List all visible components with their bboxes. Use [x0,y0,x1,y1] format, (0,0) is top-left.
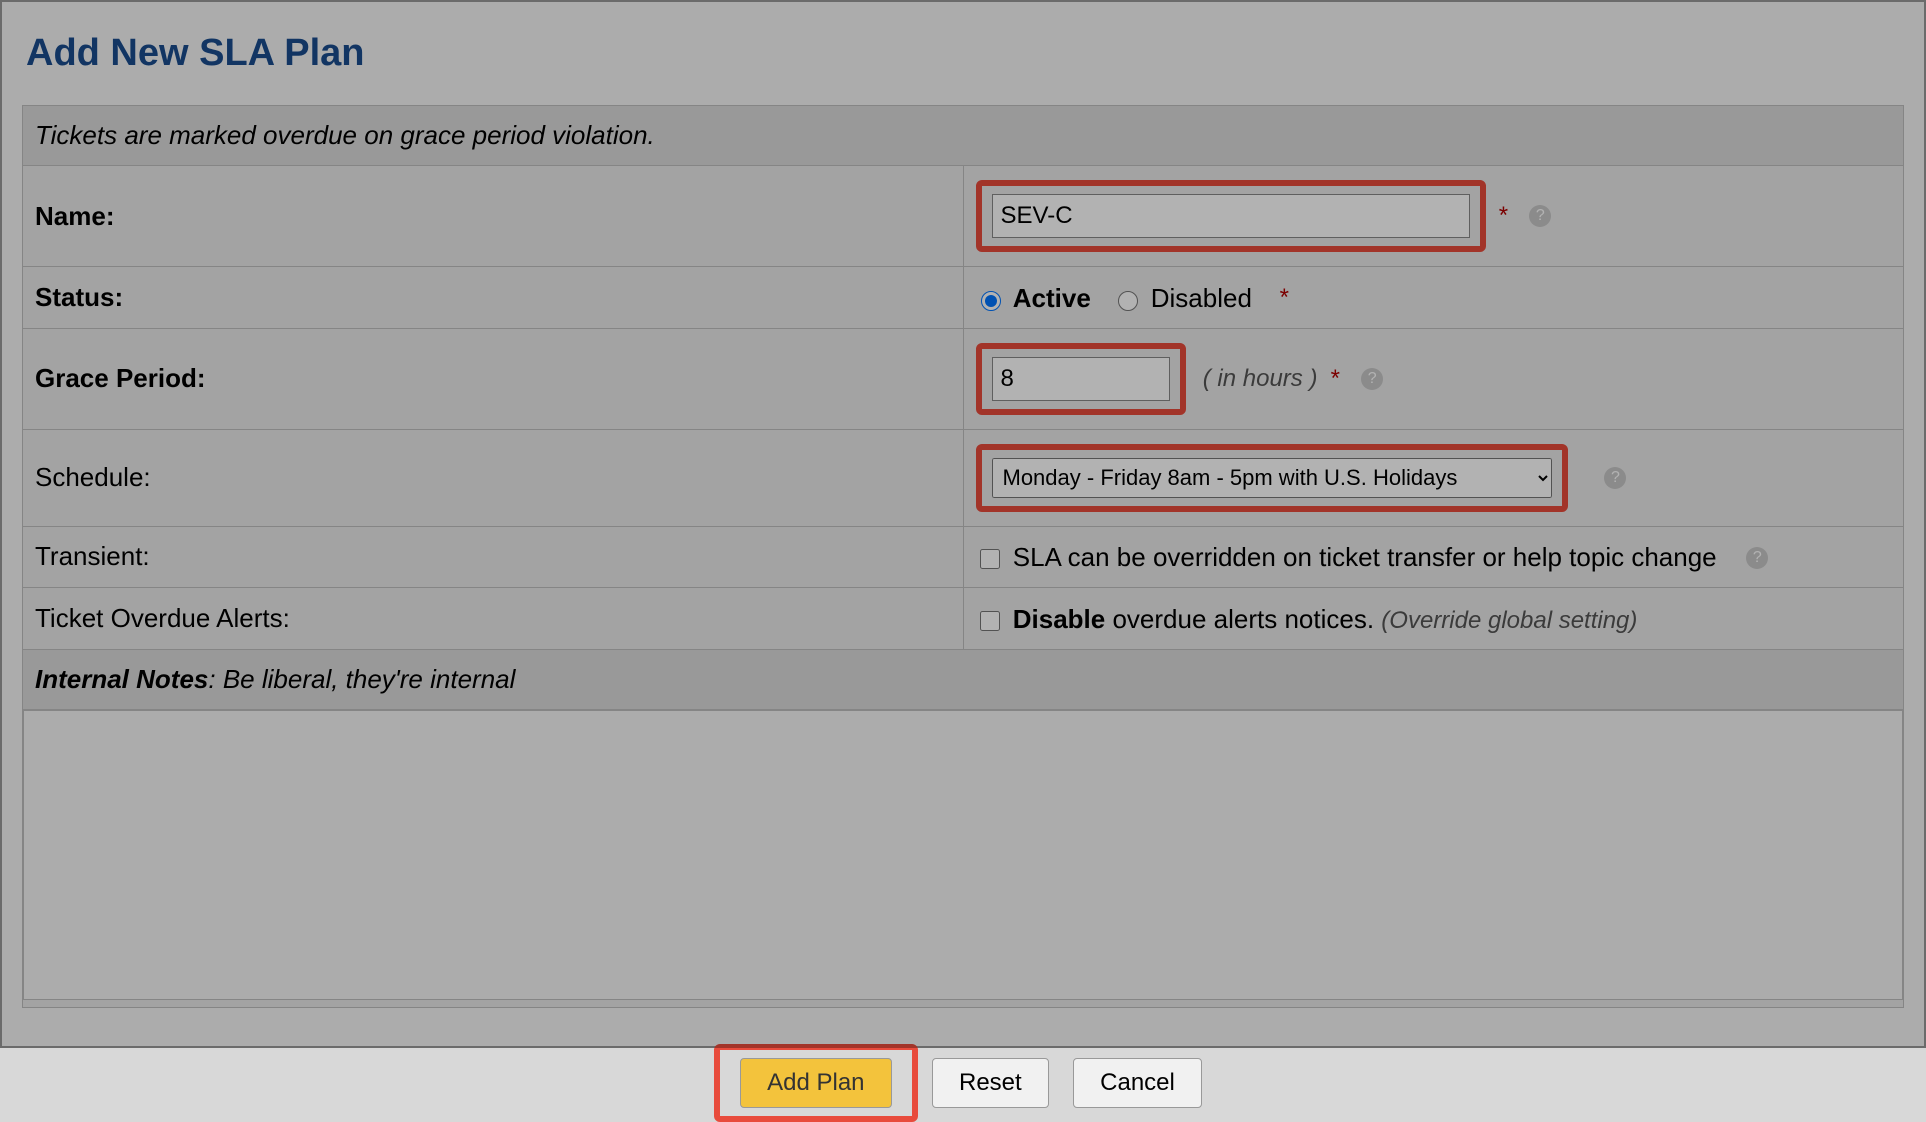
transient-label: Transient: [23,526,964,588]
name-cell: * ? [963,166,1904,267]
notes-header-bold: Internal Notes [35,664,208,694]
schedule-cell: Monday - Friday 8am - 5pm with U.S. Holi… [963,429,1904,526]
cancel-button[interactable]: Cancel [1073,1058,1202,1108]
schedule-label: Schedule: [23,429,964,526]
status-active-label: Active [1013,283,1091,313]
overdue-alerts-checkbox[interactable] [980,611,1000,631]
internal-notes-header: Internal Notes: Be liberal, they're inte… [23,649,1904,709]
reset-button[interactable]: Reset [932,1058,1049,1108]
overdue-hint: (Override global setting) [1381,607,1637,634]
required-star: * [1499,202,1508,229]
sla-plan-form-page: Add New SLA Plan Tickets are marked over… [0,0,1926,1048]
add-plan-highlight: Add Plan [714,1044,917,1122]
status-label: Status: [23,267,964,329]
help-icon[interactable]: ? [1604,467,1626,489]
name-highlight [976,180,1486,252]
overdue-alerts-cell: Disable overdue alerts notices. (Overrid… [963,588,1904,650]
help-icon[interactable]: ? [1746,547,1768,569]
help-icon[interactable]: ? [1529,205,1551,227]
notes-cell [23,709,1904,1007]
grace-cell: ( in hours ) * ? [963,328,1904,429]
form-header-note: Tickets are marked overdue on grace peri… [23,106,1904,166]
name-label: Name: [23,166,964,267]
required-star: * [1280,284,1289,311]
status-cell: Active Disabled * [963,267,1904,329]
status-disabled-radio[interactable] [1118,291,1138,311]
sla-form-table: Tickets are marked overdue on grace peri… [22,105,1904,1008]
status-disabled-label: Disabled [1151,283,1252,313]
transient-checkbox[interactable] [980,549,1000,569]
notes-header-rest: : Be liberal, they're internal [208,664,515,694]
schedule-highlight: Monday - Friday 8am - 5pm with U.S. Holi… [976,444,1568,512]
grace-label: Grace Period: [23,328,964,429]
grace-hint: ( in hours ) [1203,365,1318,392]
overdue-disable-word: Disable [1013,604,1106,634]
help-icon[interactable]: ? [1361,368,1383,390]
form-buttons: Add Plan Reset Cancel [22,1044,1904,1122]
overdue-alerts-label: Ticket Overdue Alerts: [23,588,964,650]
required-star: * [1331,365,1340,392]
grace-period-input[interactable] [992,357,1170,401]
overdue-rest-label: overdue alerts notices. [1105,604,1381,634]
status-active-option[interactable]: Active [976,283,1099,313]
transient-checkbox-label: SLA can be overridden on ticket transfer… [1013,542,1717,572]
add-plan-button[interactable]: Add Plan [740,1058,891,1108]
name-input[interactable] [992,194,1470,238]
status-active-radio[interactable] [981,291,1001,311]
internal-notes-textarea[interactable] [23,710,1903,1000]
grace-highlight [976,343,1186,415]
overdue-alerts-option[interactable]: Disable overdue alerts notices. (Overrid… [976,604,1638,634]
page-title: Add New SLA Plan [26,32,1904,75]
transient-option[interactable]: SLA can be overridden on ticket transfer… [976,542,1724,572]
status-disabled-option[interactable]: Disabled [1113,283,1260,313]
schedule-select[interactable]: Monday - Friday 8am - 5pm with U.S. Holi… [992,458,1552,498]
transient-cell: SLA can be overridden on ticket transfer… [963,526,1904,588]
